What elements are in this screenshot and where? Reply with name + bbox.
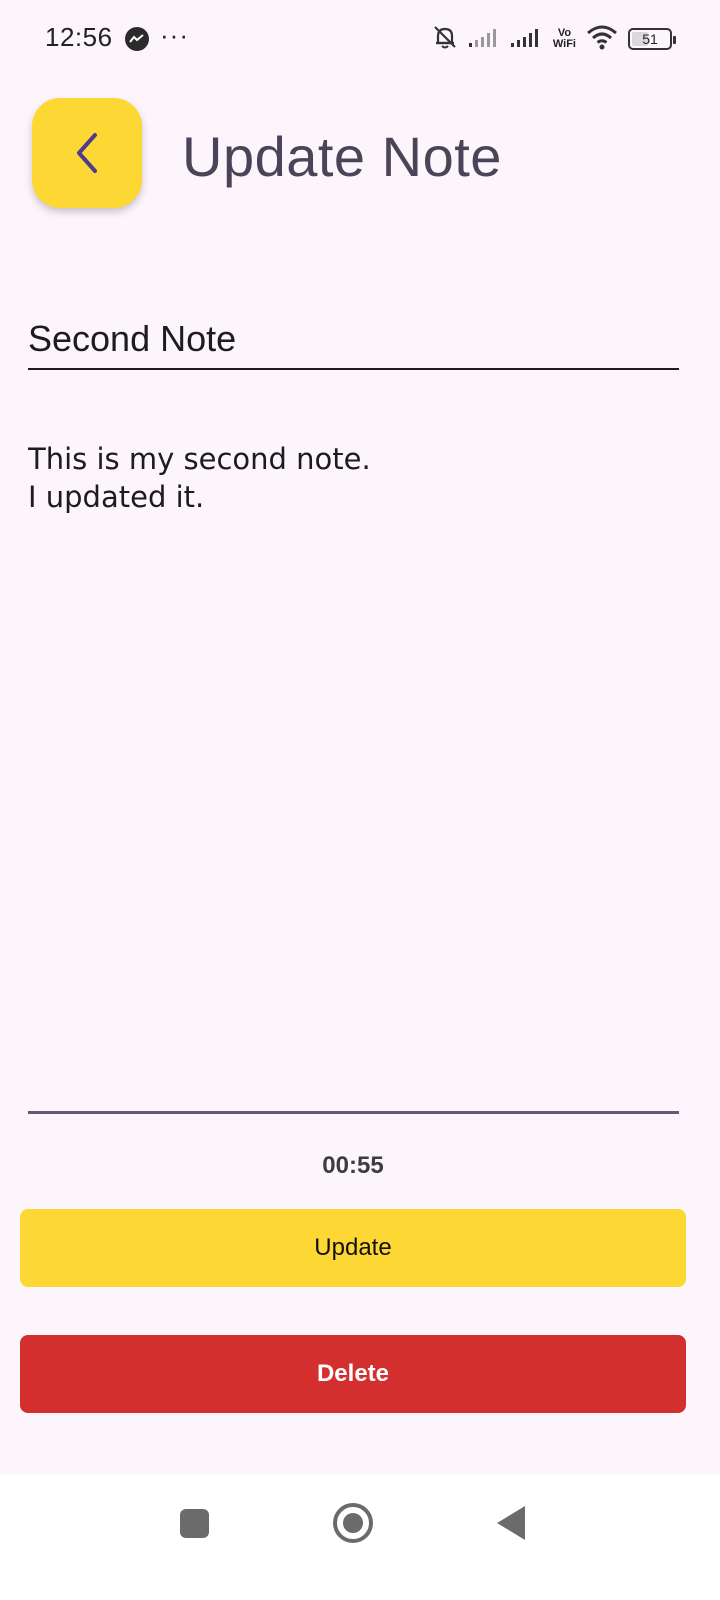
status-icons: Vo WiFi 51: [431, 22, 676, 56]
signal-strong-icon: [510, 26, 543, 53]
screen: 12:56 ··· Vo WiFi 51 Update Note Second …: [0, 0, 720, 1600]
more-notifications-icon: ···: [160, 20, 189, 50]
chevron-left-icon: [77, 133, 97, 173]
messenger-icon: [125, 27, 149, 51]
home-circle-icon[interactable]: [333, 1503, 373, 1543]
vowifi-icon: Vo WiFi: [553, 28, 576, 50]
system-nav-bar: [0, 1475, 720, 1600]
back-triangle-icon[interactable]: [497, 1506, 525, 1540]
recent-apps-square-icon[interactable]: [180, 1509, 209, 1538]
signal-weak-icon: [468, 26, 501, 53]
status-bar: 12:56 ··· Vo WiFi 51: [0, 0, 720, 80]
delete-button[interactable]: Delete: [20, 1335, 686, 1413]
vowifi-bottom: WiFi: [552, 38, 576, 50]
wifi-icon: [586, 24, 618, 55]
body-field-underline: [28, 1111, 679, 1114]
note-title-input[interactable]: [28, 300, 679, 370]
note-body-input[interactable]: This is my second note. I updated it.: [28, 440, 679, 1112]
bell-off-icon: [431, 23, 459, 56]
battery-level: 51: [642, 31, 658, 47]
back-button[interactable]: [32, 98, 142, 208]
note-timestamp: 00:55: [322, 1152, 384, 1179]
status-time: 12:56: [45, 22, 113, 52]
page-title: Update Note: [182, 125, 502, 188]
update-button[interactable]: Update: [20, 1209, 686, 1287]
battery-icon: 51: [628, 28, 676, 50]
